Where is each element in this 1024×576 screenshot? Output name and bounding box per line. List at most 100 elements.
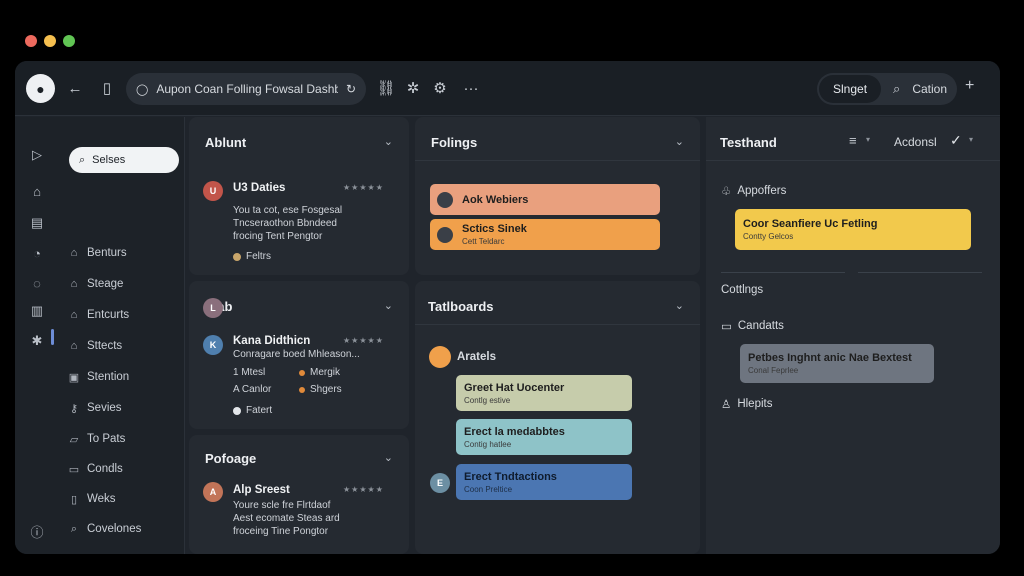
sidebar-item[interactable]: ⌕ Covelones [67, 517, 141, 541]
refresh-icon[interactable]: ↻ [346, 82, 356, 96]
task-tag[interactable]: Erect Tndtactions Coon Preltice [456, 464, 632, 500]
search-icon: ⌕ [70, 522, 78, 535]
rating-stars: ★★★★★ [343, 183, 384, 192]
card-body-text: Conragare boed Mhleason... [233, 349, 360, 360]
book-icon[interactable]: ▥ [27, 301, 47, 321]
key-icon: ⚷ [69, 402, 79, 415]
task-tag[interactable]: Greet Hat Uocenter Contlg estive [456, 375, 632, 411]
status-dot [233, 406, 241, 415]
sidebar-item[interactable]: ▯ Weks [67, 487, 116, 511]
back-arrow-icon[interactable]: ← [64, 77, 86, 99]
profile-card-1: Ablunt ⌄ U U3 Daties ★★★★★ You ta cot, e… [189, 117, 409, 275]
section-label: ♙ Hlepits [721, 397, 772, 411]
search-icon[interactable]: ⌕ [893, 81, 900, 97]
action-button[interactable]: Cation [912, 82, 947, 96]
task-tag[interactable]: Erect la medabbtes Contig hatlee [456, 419, 632, 455]
user-icon[interactable]: ◌ [27, 273, 47, 293]
folings-card: Folings ⌄ Aok Webiers Sctics Sinek Cett … [415, 117, 700, 275]
task-tag[interactable]: Aok Webiers [430, 184, 660, 215]
card-meta: Shgers [299, 384, 342, 395]
panel-action[interactable]: Acdonsl [894, 135, 937, 149]
chevron-down-icon[interactable]: ▾ [866, 135, 870, 144]
network-icon[interactable]: ⛓ [375, 77, 397, 99]
user-name: U3 Daties [233, 182, 286, 194]
bell-icon: ♧ [721, 186, 732, 198]
tag-title: Petbes Inghnt anic Nae Bextest [748, 352, 912, 364]
address-search-bar[interactable]: ◯ Aupon Coan Folling Fowsal Dashbart ↻ [126, 73, 366, 105]
header-controls: Slnget ⌕ Cation [817, 73, 957, 105]
apps-icon[interactable]: ✱ [27, 331, 47, 351]
profile-card-2: Lfab ⌄ L K Kana Didthicn ★★★★★ Conragare… [189, 281, 409, 429]
book-icon[interactable]: ▯ [96, 77, 118, 99]
avatar [437, 226, 453, 243]
sidebar: ⌕ Selses ⌂ Benturs ⌂ Steage ⌂ Entcurts ⌂ Stt… [59, 117, 185, 554]
sidebar-item[interactable]: ⌂ Entcurts [67, 303, 130, 327]
calendar-icon[interactable]: ▤ [27, 213, 47, 233]
tag-title: Sctics Sinek [462, 223, 527, 235]
profile-card-3: Pofoage ⌄ A Alp Sreest ★★★★★ Youre scle … [189, 435, 409, 554]
maximize-window-button[interactable] [63, 35, 75, 47]
card-title: Folings [431, 135, 478, 150]
window-controls [25, 35, 75, 47]
sidebar-item[interactable]: ⌂ Steage [67, 272, 124, 296]
panel-icon: ▣ [68, 371, 80, 384]
section-label-text: Cottlngs [721, 284, 764, 296]
sidebar-item[interactable]: ▣ Stention [67, 365, 129, 389]
rating-stars: ★★★★★ [343, 336, 384, 345]
tag-subtitle: Contlg estive [464, 395, 511, 405]
chevron-down-icon[interactable]: ⌄ [384, 451, 393, 464]
chevron-down-icon[interactable]: ⌄ [675, 135, 684, 148]
chevron-down-icon[interactable]: ⌄ [384, 135, 393, 148]
rating-stars: ★★★★★ [343, 485, 384, 494]
close-window-button[interactable] [25, 35, 37, 47]
home-icon[interactable]: ⌂ [27, 181, 47, 201]
sidebar-item[interactable]: ▱ To Pats [67, 427, 126, 451]
task-tag[interactable]: Petbes Inghnt anic Nae Bextest Conal Fep… [740, 344, 934, 383]
user-name: Alp Sreest [233, 484, 290, 496]
check-icon[interactable]: ✓ [950, 132, 962, 149]
clipboard-icon: ▯ [70, 493, 78, 506]
sidebar-item[interactable]: ⌂ Benturs [67, 241, 127, 265]
chevron-down-icon[interactable]: ▾ [969, 135, 973, 144]
sidebar-item-label: Weks [87, 493, 116, 505]
active-indicator [51, 329, 54, 345]
task-tag[interactable]: Coor Seanfiere Uc Fetling Contty Gelcos [735, 209, 971, 250]
tag-title: Aok Webiers [462, 193, 529, 206]
chevron-down-icon[interactable]: ⌄ [675, 299, 684, 312]
tatlboards-card: Tatlboards ⌄ Aratels Greet Hat Uocenter … [415, 281, 700, 554]
user-name: Kana Didthicn [233, 335, 311, 347]
meta-label: 1 Mtesl [233, 367, 266, 378]
divider [415, 324, 700, 325]
sidebar-item-label: Sevies [87, 402, 122, 414]
settings-icon[interactable]: ✲ [402, 77, 424, 99]
card-body-text: You ta cot, ese Fosgesal Tncseraothon Bb… [233, 205, 343, 242]
folder-icon: ▱ [69, 433, 79, 446]
chevron-down-icon[interactable]: ⌄ [384, 299, 393, 312]
sidebar-search[interactable]: ⌕ Selses [69, 147, 179, 173]
orange-badge [429, 346, 451, 368]
play-icon[interactable]: ▷ [27, 145, 47, 165]
plus-icon[interactable]: + [965, 77, 974, 95]
card-title: Tatlboards [428, 299, 494, 314]
list-view-icon[interactable]: ≡ [849, 133, 857, 148]
panel-title: Testhand [720, 135, 777, 150]
sidebar-item[interactable]: ⚷ Sevies [67, 396, 122, 420]
info-icon[interactable]: ⓘ [27, 521, 47, 541]
mic-icon[interactable]: ● [26, 74, 55, 103]
meta-label: Mergik [310, 367, 341, 378]
tag-subtitle: Cett Teldarc [462, 237, 505, 246]
sidebar-item-label: Covelones [87, 523, 142, 535]
sidebar-item[interactable]: ▭ Condls [67, 457, 123, 481]
clock-icon[interactable]: ◔ [27, 243, 47, 263]
sidebar-item[interactable]: ⌂ Sttects [67, 334, 122, 358]
selected-tab[interactable]: Slnget [819, 75, 882, 103]
minimize-window-button[interactable] [44, 35, 56, 47]
search-icon: ⌕ [79, 153, 86, 166]
more-icon[interactable]: ··· [460, 77, 482, 99]
card-title: Ablunt [205, 135, 247, 150]
section-label: ♧ Appoffers [721, 184, 786, 198]
task-tag[interactable]: Sctics Sinek Cett Teldarc [430, 219, 660, 250]
card-meta: Mergik [299, 367, 340, 378]
gear-icon[interactable]: ⚙ [429, 77, 451, 99]
card-title: Pofoage [205, 451, 257, 466]
